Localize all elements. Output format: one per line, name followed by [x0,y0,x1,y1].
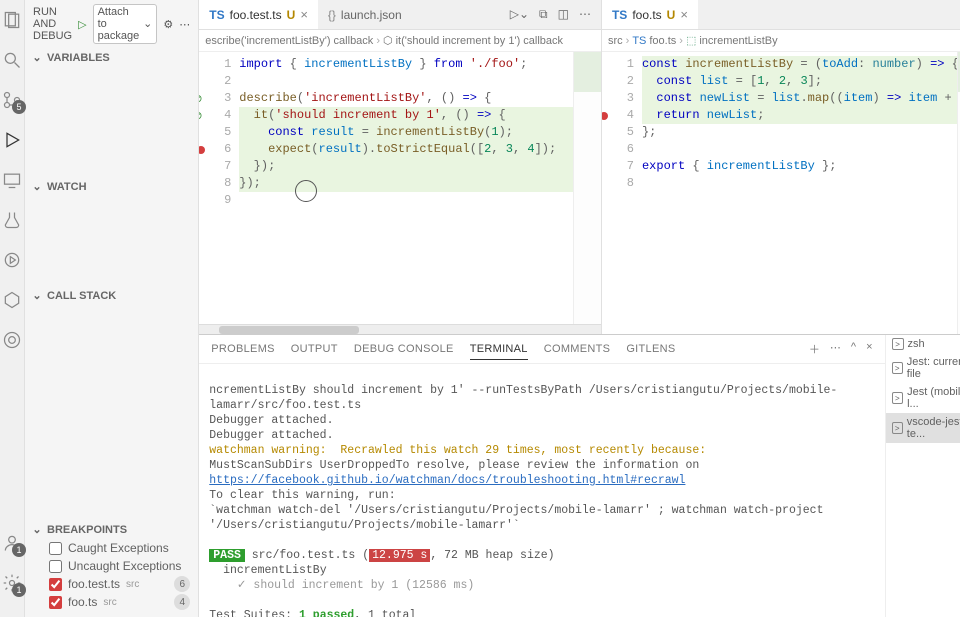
bp-file-checkbox[interactable] [49,596,62,609]
ext-icon-1[interactable] [0,248,24,272]
terminal-item[interactable]: >Jest: current file [886,353,960,383]
terminal-icon: > [892,338,904,350]
start-debug-icon[interactable]: ▷ [78,18,86,31]
explorer-icon[interactable] [0,8,24,32]
tab-foo-test[interactable]: TSfoo.test.tsU× [199,0,318,29]
run-file-icon[interactable]: ▷⌄ [510,7,529,22]
scm-badge: 5 [12,100,26,114]
chevron-down-icon: ⌄ [31,51,43,64]
minimap[interactable] [957,52,960,334]
bottom-panel: PROBLEMS OUTPUT DEBUG CONSOLE TERMINAL C… [199,334,960,617]
account-badge: 1 [12,543,26,557]
tab-comments[interactable]: COMMENTS [544,343,611,355]
bp-file-checkbox[interactable] [49,578,62,591]
code-editor-right[interactable]: 12345678 const incrementListBy = (toAdd:… [602,52,960,334]
json-icon: {} [328,8,336,22]
bp-uncaught-exceptions[interactable]: Uncaught Exceptions [25,557,198,575]
ext-icon-2[interactable] [0,288,24,312]
tab-terminal[interactable]: TERMINAL [470,343,528,360]
more-icon[interactable]: ⋯ [579,7,591,22]
editor-pane-left: TSfoo.test.tsU× {}launch.json ▷⌄ ⧉ ◫ ⋯ e… [199,0,602,334]
terminal-item[interactable]: >zsh [886,335,960,353]
maximize-icon[interactable]: ^ [851,341,856,357]
pass-badge: PASS [209,549,245,562]
tab-gitlens[interactable]: GITLENS [626,343,675,355]
section-watch[interactable]: ⌄WATCH [25,177,198,196]
terminal-item[interactable]: >Jest (mobile-l... [886,383,960,413]
terminal-item[interactable]: >vscode-jest-te... [886,413,960,443]
editor-area: TSfoo.test.tsU× {}launch.json ▷⌄ ⧉ ◫ ⋯ e… [199,0,960,617]
new-terminal-icon[interactable]: ＋ [809,341,820,357]
debug-sidebar: RUN AND DEBUG ▷ Attach to package⌄ ⚙ ⋯ ⌄… [25,0,199,617]
source-control-icon[interactable]: 5 [0,88,24,112]
code-editor-left[interactable]: 123⊘4⊘56789 import { incrementListBy } f… [199,52,601,324]
account-icon[interactable]: 1 [0,531,24,555]
chevron-down-icon: ⌄ [31,180,43,193]
more-icon[interactable]: ⋯ [179,18,190,31]
tab-row-right: TSfoo.tsU× ⋯ [602,0,960,30]
ts-icon: TS [209,8,224,22]
settings-icon[interactable]: 1 [0,571,24,595]
search-icon[interactable] [0,48,24,72]
breadcrumb-right[interactable]: src› TS foo.ts› ⬚ incrementListBy [602,30,960,52]
debug-config-select[interactable]: Attach to package⌄ [93,4,158,44]
close-panel-icon[interactable]: × [866,341,872,357]
bp-caught-checkbox[interactable] [49,542,62,555]
section-variables[interactable]: ⌄VARIABLES [25,48,198,67]
section-callstack[interactable]: ⌄CALL STACK [25,286,198,305]
breadcrumb-left[interactable]: escribe('incrementListBy') callback› ⬡ i… [199,30,601,52]
close-icon[interactable]: × [300,7,308,22]
debug-settings-icon[interactable]: ⚙ [163,18,173,31]
cube-icon: ⬡ [383,34,393,47]
ext-icon-3[interactable] [0,328,24,352]
settings-badge: 1 [12,583,26,597]
chevron-down-icon: ⌄ [31,523,43,536]
terminal-icon: > [892,422,903,434]
sidebar-header: RUN AND DEBUG ▷ Attach to package⌄ ⚙ ⋯ [25,0,198,48]
tab-foo-ts[interactable]: TSfoo.tsU× [602,0,698,29]
bp-caught-exceptions[interactable]: Caught Exceptions [25,539,198,557]
terminal-icon: > [892,392,904,404]
variable-icon: ⬚ [686,34,696,47]
horizontal-scrollbar[interactable] [199,324,601,334]
ts-icon: TS [632,35,646,47]
tab-output[interactable]: OUTPUT [291,343,338,355]
remote-icon[interactable] [0,168,24,192]
activity-bar: 5 1 1 [0,0,25,617]
tab-launch-json[interactable]: {}launch.json [318,0,412,29]
bp-file-row[interactable]: foo.tssrc4 [25,593,198,611]
tab-debug-console[interactable]: DEBUG CONSOLE [354,343,454,355]
split-icon[interactable]: ◫ [558,7,569,22]
chevron-down-icon: ⌄ [31,289,43,302]
chevron-down-icon: ⌄ [143,17,152,30]
terminal-output[interactable]: ncrementListBy should increment by 1' --… [199,364,884,617]
run-debug-icon[interactable] [0,128,24,152]
close-icon[interactable]: × [680,7,688,22]
testing-icon[interactable] [0,208,24,232]
tab-problems[interactable]: PROBLEMS [211,343,275,355]
terminal-icon: > [892,362,903,374]
editor-actions: ▷⌄ ⧉ ◫ ⋯ [510,7,601,22]
bp-file-row[interactable]: foo.test.tssrc6 [25,575,198,593]
diff-icon[interactable]: ⧉ [539,7,548,22]
section-breakpoints[interactable]: ⌄BREAKPOINTS [25,520,198,539]
sidebar-title: RUN AND DEBUG [33,6,72,42]
panel-tabs: PROBLEMS OUTPUT DEBUG CONSOLE TERMINAL C… [199,335,884,364]
more-icon[interactable]: ⋯ [830,341,841,357]
minimap[interactable] [573,52,601,324]
ts-icon: TS [612,8,627,22]
bp-uncaught-checkbox[interactable] [49,560,62,573]
tab-row-left: TSfoo.test.tsU× {}launch.json ▷⌄ ⧉ ◫ ⋯ [199,0,601,30]
terminal-list: >zsh >Jest: current file >Jest (mobile-l… [885,335,960,617]
editor-pane-right: TSfoo.tsU× ⋯ src› TS foo.ts› ⬚ increment… [602,0,960,334]
